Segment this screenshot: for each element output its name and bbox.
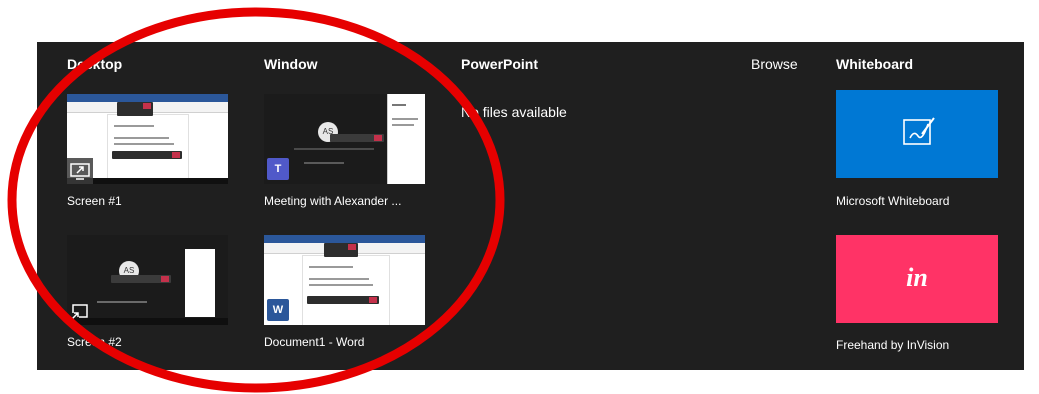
meeting-window-tile[interactable]: AS T Meeting with Alexander ... <box>264 94 425 208</box>
word-window-label: Document1 - Word <box>264 335 365 349</box>
screen-1-thumbnail <box>67 94 228 184</box>
word-window-tile[interactable]: W Document1 - Word <box>264 235 425 349</box>
browse-link[interactable]: Browse <box>751 56 798 72</box>
screen-2-label: Screen #2 <box>67 335 122 349</box>
freehand-invision-tile[interactable]: in <box>836 235 998 323</box>
invision-logo-icon: in <box>906 263 928 292</box>
freehand-invision-label: Freehand by InVision <box>836 338 950 352</box>
word-app-icon: W <box>267 299 289 321</box>
screen-2-thumbnail: AS <box>67 235 228 325</box>
screen-1-tile[interactable]: Screen #1 <box>67 94 228 208</box>
microsoft-whiteboard-tile[interactable] <box>836 90 998 178</box>
screen-2-tile[interactable]: AS Screen #2 <box>67 235 228 349</box>
powerpoint-header: PowerPoint <box>461 56 539 72</box>
word-window-thumbnail: W <box>264 235 425 325</box>
meeting-window-label: Meeting with Alexander ... <box>264 194 402 208</box>
desktop-header: Desktop <box>67 56 123 72</box>
microsoft-whiteboard-label: Microsoft Whiteboard <box>836 194 950 208</box>
whiteboard-header: Whiteboard <box>836 56 913 72</box>
monitor-share-icon <box>67 299 93 325</box>
screen-1-label: Screen #1 <box>67 194 122 208</box>
window-header: Window <box>264 56 318 72</box>
monitor-share-icon <box>67 158 93 184</box>
teams-app-icon: T <box>267 158 289 180</box>
powerpoint-empty-message: No files available <box>461 104 567 120</box>
share-content-panel: Desktop Window PowerPoint Browse Whitebo… <box>37 42 1024 370</box>
whiteboard-pen-icon <box>903 117 935 145</box>
meeting-window-thumbnail: AS T <box>264 94 425 184</box>
